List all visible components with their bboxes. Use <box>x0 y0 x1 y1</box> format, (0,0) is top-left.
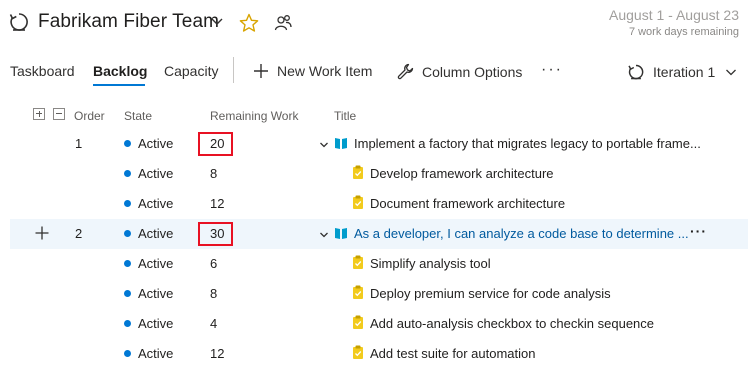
state-dot-icon <box>124 290 131 297</box>
title-cell[interactable]: Deploy premium service for code analysis <box>370 286 611 301</box>
title-cell[interactable]: Add auto-analysis checkbox to checkin se… <box>370 316 654 331</box>
state-cell: Active <box>124 196 173 211</box>
chevron-down-icon <box>726 69 737 76</box>
iteration-picker[interactable]: Iteration 1 <box>627 63 737 81</box>
title-link[interactable]: As a developer, I can analyze a code bas… <box>354 226 689 241</box>
column-header-title[interactable]: Title <box>334 109 356 123</box>
people-icon[interactable] <box>273 13 293 33</box>
star-icon[interactable] <box>239 13 259 33</box>
state-dot-icon <box>124 350 131 357</box>
remaining-work-cell: 30 <box>210 226 225 241</box>
task-clipboard-icon <box>353 285 363 299</box>
add-child-plus-icon[interactable] <box>34 225 50 241</box>
wrench-icon <box>397 63 414 80</box>
remaining-work-cell: 6 <box>210 256 218 271</box>
remaining-work-cell: 12 <box>210 196 225 211</box>
tab-capacity[interactable]: Capacity <box>164 63 218 79</box>
task-clipboard-icon <box>353 315 363 329</box>
remaining-work-cell: 20 <box>210 136 225 151</box>
title-cell[interactable]: Simplify analysis tool <box>370 256 491 271</box>
state-cell: Active <box>124 136 173 151</box>
column-header-state[interactable]: State <box>124 109 152 123</box>
state-dot-icon <box>124 230 131 237</box>
state-cell: Active <box>124 346 173 361</box>
remaining-work-cell: 8 <box>210 166 218 181</box>
table-row[interactable]: Active 8 Develop framework architecture <box>10 159 748 189</box>
tab-backlog[interactable]: Backlog <box>93 63 147 79</box>
column-header-remaining-work[interactable]: Remaining Work <box>210 109 298 123</box>
date-range: August 1 - August 23 <box>609 7 739 23</box>
state-dot-icon <box>124 200 131 207</box>
state-label: Active <box>138 346 174 361</box>
state-label: Active <box>138 256 174 271</box>
title-cell[interactable]: Develop framework architecture <box>370 166 554 181</box>
row-more-actions-button[interactable]: ··· <box>690 223 707 239</box>
state-cell: Active <box>124 316 173 331</box>
task-clipboard-icon <box>353 255 363 269</box>
more-actions-button[interactable]: ··· <box>541 61 563 79</box>
title-cell[interactable]: Document framework architecture <box>370 196 565 211</box>
tab-taskboard[interactable]: Taskboard <box>10 63 75 79</box>
remaining-work-cell: 4 <box>210 316 218 331</box>
new-work-item-button[interactable]: New Work Item <box>253 63 372 79</box>
table-row[interactable]: Active 4 Add auto-analysis checkbox to c… <box>10 309 748 339</box>
chevron-down-icon[interactable] <box>319 230 329 240</box>
state-cell: Active <box>124 166 173 181</box>
table-row[interactable]: Active 8 Deploy premium service for code… <box>10 279 748 309</box>
state-dot-icon <box>124 260 131 267</box>
team-name[interactable]: Fabrikam Fiber Team <box>38 11 219 33</box>
toolbar: Taskboard Backlog Capacity New Work Item… <box>0 55 748 87</box>
book-icon <box>335 138 347 149</box>
plus-icon <box>254 64 268 78</box>
state-label: Active <box>138 166 174 181</box>
table-row[interactable]: Active 12 Add test suite for automation <box>10 339 748 369</box>
iteration-label: Iteration 1 <box>653 64 716 80</box>
book-icon <box>335 228 347 239</box>
column-options-button[interactable]: Column Options <box>397 63 522 80</box>
days-remaining: 7 work days remaining <box>628 26 739 38</box>
title-cell[interactable]: Add test suite for automation <box>370 346 535 361</box>
sprint-icon <box>628 64 644 80</box>
expand-all-button[interactable] <box>33 108 45 120</box>
state-dot-icon <box>124 320 131 327</box>
column-options-label: Column Options <box>422 63 523 80</box>
active-tab-indicator <box>93 84 145 86</box>
new-work-item-label: New Work Item <box>277 63 373 79</box>
column-header-order[interactable]: Order <box>74 109 105 123</box>
title-cell[interactable]: Implement a factory that migrates legacy… <box>354 136 701 151</box>
chevron-down-icon[interactable] <box>210 14 224 28</box>
table-row-selected[interactable]: 2 Active 30 As a developer, I can analyz… <box>10 219 748 249</box>
order-cell: 1 <box>75 136 83 151</box>
page-header: Fabrikam Fiber Team August 1 - August 23… <box>0 0 748 48</box>
chevron-down-icon[interactable] <box>319 140 329 150</box>
state-label: Active <box>138 136 174 151</box>
table-row[interactable]: Active 6 Simplify analysis tool <box>10 249 748 279</box>
toolbar-divider <box>233 57 234 83</box>
state-dot-icon <box>124 140 131 147</box>
remaining-work-cell: 12 <box>210 346 225 361</box>
state-dot-icon <box>124 170 131 177</box>
task-clipboard-icon <box>353 165 363 179</box>
sprint-icon <box>9 13 28 31</box>
order-cell: 2 <box>75 226 83 241</box>
task-clipboard-icon <box>353 345 363 359</box>
state-label: Active <box>138 196 174 211</box>
state-label: Active <box>138 316 174 331</box>
collapse-all-button[interactable] <box>53 108 65 120</box>
table-row[interactable]: 1 Active 20 Implement a factory that mig… <box>10 129 748 159</box>
state-label: Active <box>138 226 174 241</box>
remaining-work-cell: 8 <box>210 286 218 301</box>
grid-header: Order State Remaining Work Title <box>0 104 748 128</box>
task-clipboard-icon <box>353 195 363 209</box>
state-cell: Active <box>124 256 173 271</box>
table-row[interactable]: Active 12 Document framework architectur… <box>10 189 748 219</box>
state-label: Active <box>138 286 174 301</box>
state-cell: Active <box>124 226 173 241</box>
state-cell: Active <box>124 286 173 301</box>
